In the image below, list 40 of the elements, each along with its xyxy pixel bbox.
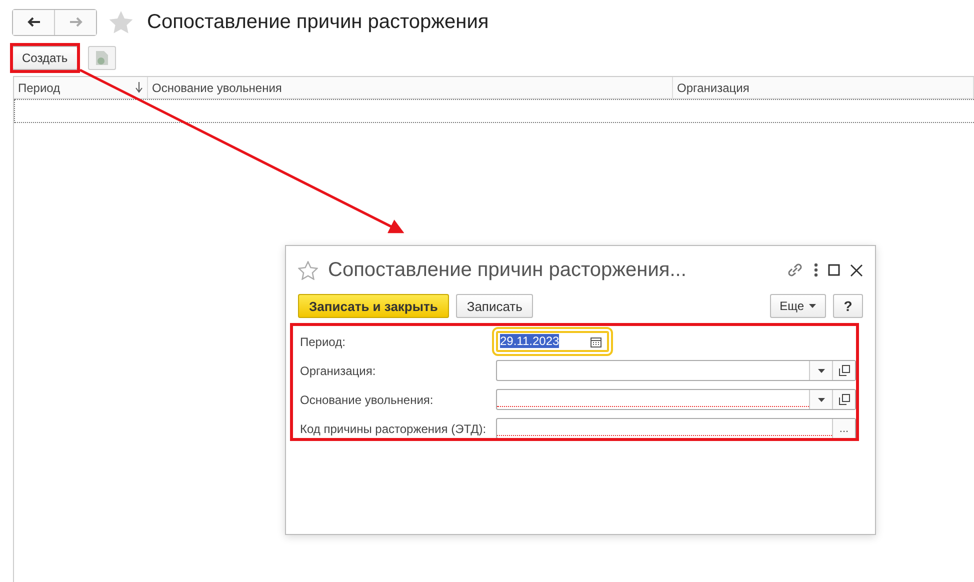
select-field[interactable]: [496, 389, 856, 410]
star-icon[interactable]: [298, 260, 318, 280]
empty-row[interactable]: [14, 99, 974, 123]
input-field[interactable]: ...: [496, 418, 856, 439]
column-header[interactable]: Организация: [673, 77, 974, 98]
back-button[interactable]: [13, 10, 54, 34]
field-label: Основание увольнения:: [300, 392, 434, 406]
star-icon[interactable]: [109, 10, 133, 34]
save-and-close-button[interactable]: Записать и закрыть: [298, 294, 449, 318]
field-label: Код причины расторжения (ЭТД):: [300, 422, 488, 436]
link-icon[interactable]: [786, 261, 804, 279]
calendar-icon[interactable]: [590, 336, 602, 348]
caret-icon: [809, 304, 816, 308]
dialog-title: Сопоставление причин расторжения...: [328, 258, 688, 282]
column-header[interactable]: Период: [14, 77, 148, 98]
create-button[interactable]: Создать: [12, 46, 78, 70]
more-button[interactable]: Еще: [770, 294, 826, 318]
forward-arrow-icon: [68, 17, 82, 27]
caret-icon: [818, 398, 824, 402]
document-add-icon: [94, 50, 109, 66]
caret-icon: [818, 368, 824, 372]
help-button[interactable]: ?: [833, 294, 863, 318]
open-button[interactable]: [832, 361, 855, 380]
more-vertical-icon[interactable]: [814, 263, 818, 277]
field-label: Организация:: [300, 364, 377, 378]
open-window-icon: [838, 365, 850, 376]
dropdown-button[interactable]: [809, 361, 832, 380]
column-header[interactable]: Основание увольнения: [148, 77, 673, 98]
page-title: Сопоставление причин расторжения: [147, 10, 489, 34]
close-icon[interactable]: [850, 264, 863, 276]
field-label: Период:: [300, 334, 346, 348]
select-field[interactable]: [496, 360, 856, 381]
choose-button[interactable]: ...: [832, 419, 855, 438]
dropdown-button[interactable]: [809, 390, 832, 409]
maximize-icon[interactable]: [828, 264, 840, 276]
open-button[interactable]: [832, 390, 855, 409]
highlight-frame: [10, 43, 80, 73]
back-arrow-icon: [26, 17, 40, 27]
save-button[interactable]: Записать: [456, 294, 534, 318]
open-window-icon: [838, 394, 850, 405]
